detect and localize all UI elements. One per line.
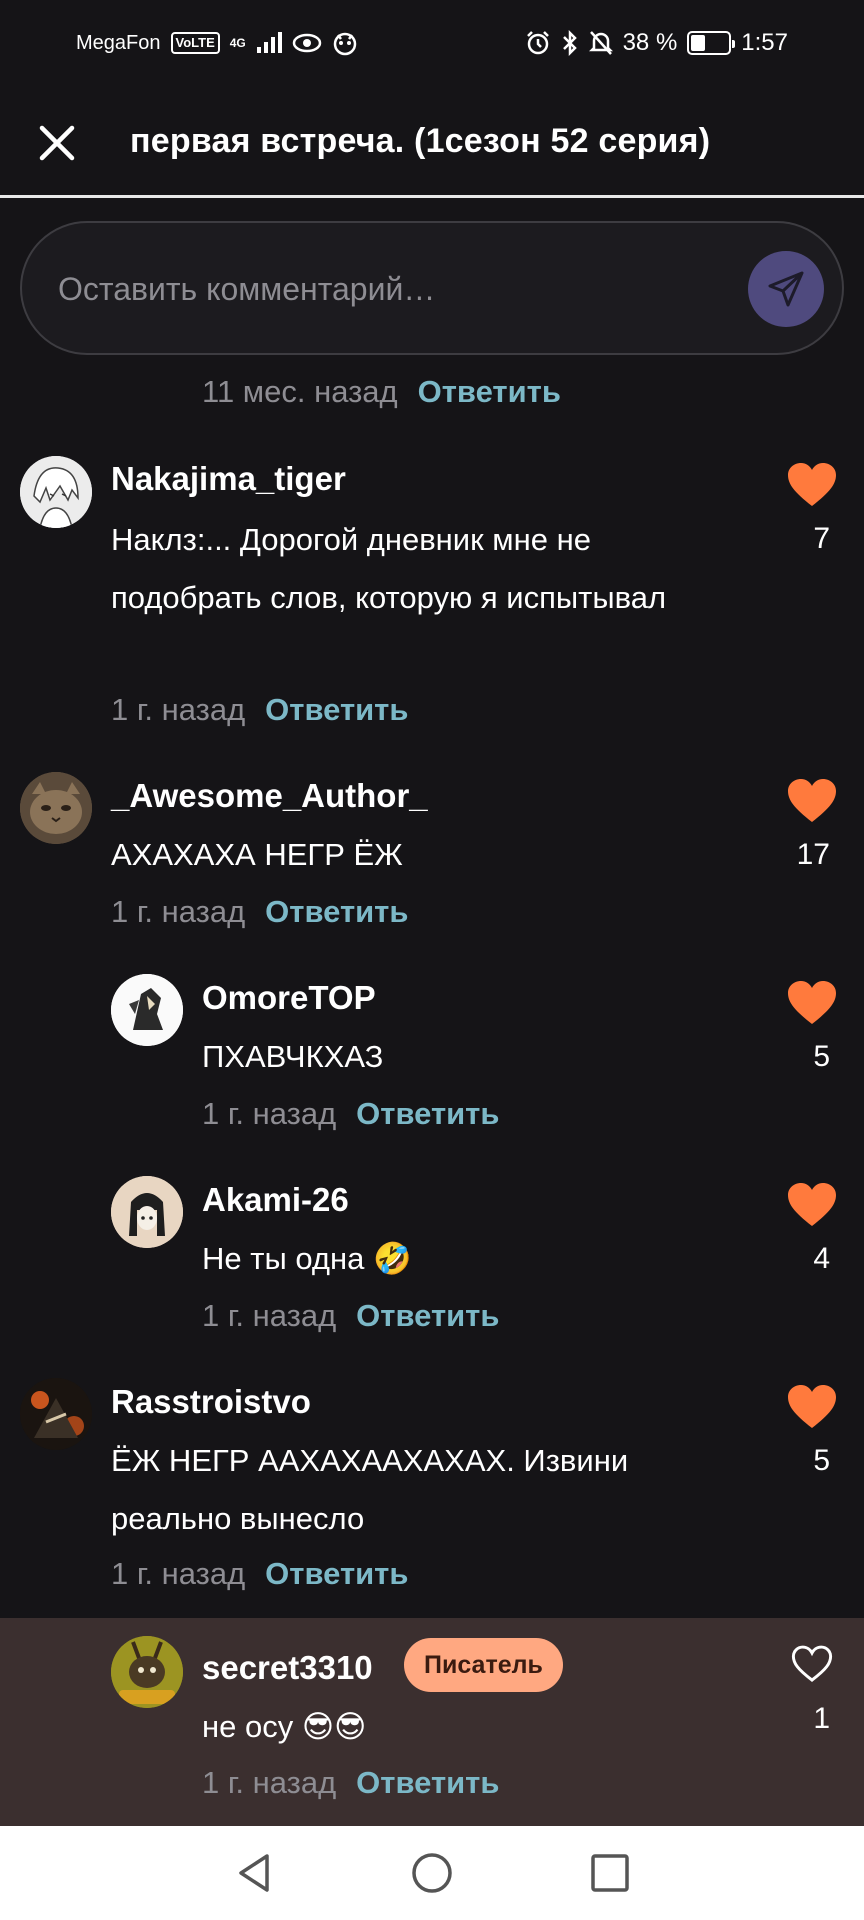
reply-button[interactable]: Ответить [356, 1765, 499, 1801]
header: первая встреча. (1сезон 52 серия) [0, 86, 864, 198]
like-button[interactable] [786, 778, 838, 824]
comment-time: 1 г. назад [111, 1556, 246, 1591]
like-count: 5 [813, 1040, 830, 1073]
close-icon [39, 125, 75, 161]
reply-button[interactable]: Ответить [265, 1556, 408, 1592]
avatar-image [111, 1636, 183, 1708]
avatar[interactable] [20, 456, 92, 528]
battery-fill [691, 35, 706, 51]
signal-icon [256, 32, 282, 54]
comment-time: 1 г. назад [202, 1096, 337, 1131]
page-title: первая встреча. (1сезон 52 серия) [130, 122, 711, 160]
like-count: 7 [813, 522, 830, 555]
close-button[interactable] [34, 120, 80, 166]
avatar[interactable] [111, 974, 183, 1046]
battery-icon [687, 31, 736, 55]
reply-button[interactable]: Ответить [265, 692, 408, 728]
heart-filled-icon [788, 1183, 836, 1226]
comment-author[interactable]: Nakajima_tiger [111, 460, 346, 498]
recents-square-icon [591, 1854, 629, 1892]
like-button[interactable] [786, 462, 838, 508]
clock: 1:57 [741, 29, 788, 56]
comment-author[interactable]: OmoreTOP [202, 979, 376, 1017]
avatar-image [111, 974, 183, 1046]
comment-meta: 1 г. назад Ответить [202, 1096, 499, 1132]
comment-text: ЁЖ НЕГР ААХАХААХАХАХ. Извини реально вын… [111, 1443, 629, 1536]
back-button[interactable] [230, 1849, 278, 1897]
avatar[interactable] [111, 1636, 183, 1708]
comment-input[interactable] [58, 263, 718, 315]
like-count: 1 [813, 1702, 830, 1735]
comment-text: Наклз:... Дорогой дневник мне не подобра… [111, 522, 667, 615]
comment-meta: 1 г. назад Ответить [202, 1765, 499, 1801]
comment-author[interactable]: Akami-26 [202, 1181, 349, 1219]
volte-badge: VoLTE [170, 32, 220, 54]
like-button[interactable] [786, 1384, 838, 1430]
bluetooth-icon [561, 30, 579, 56]
like-button[interactable] [786, 980, 838, 1026]
reply-button[interactable]: Ответить [265, 894, 408, 930]
eye-icon [292, 32, 322, 54]
writer-badge: Писатель [404, 1638, 563, 1692]
comment-author[interactable]: Rasstroistvo [111, 1383, 311, 1421]
avatar[interactable] [111, 1176, 183, 1248]
like-count: 17 [796, 838, 830, 871]
home-circle-icon [412, 1853, 452, 1893]
heart-filled-icon [788, 463, 836, 506]
network-label: 4G [229, 36, 246, 50]
recents-button[interactable] [586, 1849, 634, 1897]
avatar[interactable] [20, 1378, 92, 1450]
comment-time: 1 г. назад [202, 1298, 337, 1333]
comment-meta: 1 г. назад Ответить [202, 1298, 499, 1334]
comment-text: Не ты одна 🤣 [202, 1241, 412, 1276]
system-nav-bar [0, 1826, 864, 1920]
comment-meta: 1 г. назад Ответить [111, 1556, 408, 1592]
mute-icon [588, 30, 613, 56]
comment-box [20, 221, 844, 355]
avatar-image [111, 1176, 183, 1248]
comment-author[interactable]: _Awesome_Author_ [111, 777, 428, 815]
comment-time: 11 мес. назад [202, 374, 398, 409]
partial-comment-meta: 11 мес. назад Ответить [202, 374, 561, 410]
heart-filled-icon [788, 1385, 836, 1428]
carrier-label: MegaFon [76, 31, 161, 54]
comment-text: АХАХАХА НЕГР ЁЖ [111, 837, 403, 872]
comment-time: 1 г. назад [111, 692, 246, 727]
like-count: 4 [813, 1242, 830, 1275]
send-icon [768, 271, 804, 307]
comment-time: 1 г. назад [202, 1765, 337, 1800]
like-button[interactable] [786, 1182, 838, 1228]
comment-text: не осу 😎😎 [202, 1709, 367, 1744]
like-count: 5 [813, 1444, 830, 1477]
reply-button[interactable]: Ответить [418, 374, 561, 410]
heart-outline-icon [791, 1645, 833, 1682]
status-bar: MegaFon VoLTE 4G 38 % 1:57 [0, 0, 864, 86]
comment-text: ПХАВЧКХАЗ [202, 1039, 384, 1074]
comment-meta: 1 г. назад Ответить [111, 894, 408, 930]
avatar-image [20, 1378, 92, 1450]
alarm-icon [525, 30, 551, 56]
like-button[interactable] [790, 1644, 834, 1684]
comment-meta: 1 г. назад Ответить [111, 692, 408, 728]
reply-button[interactable]: Ответить [356, 1096, 499, 1132]
comment-time: 1 г. назад [111, 894, 246, 929]
back-triangle-icon [239, 1854, 269, 1892]
reply-button[interactable]: Ответить [356, 1298, 499, 1334]
heart-filled-icon [788, 779, 836, 822]
avatar-image [20, 456, 92, 528]
app-notification-icon [332, 30, 358, 56]
avatar-image [20, 772, 92, 844]
battery-percent: 38 % [622, 29, 678, 56]
home-button[interactable] [408, 1849, 456, 1897]
send-button[interactable] [748, 251, 824, 327]
avatar[interactable] [20, 772, 92, 844]
comment-author[interactable]: secret3310 [202, 1649, 373, 1687]
heart-filled-icon [788, 981, 836, 1024]
